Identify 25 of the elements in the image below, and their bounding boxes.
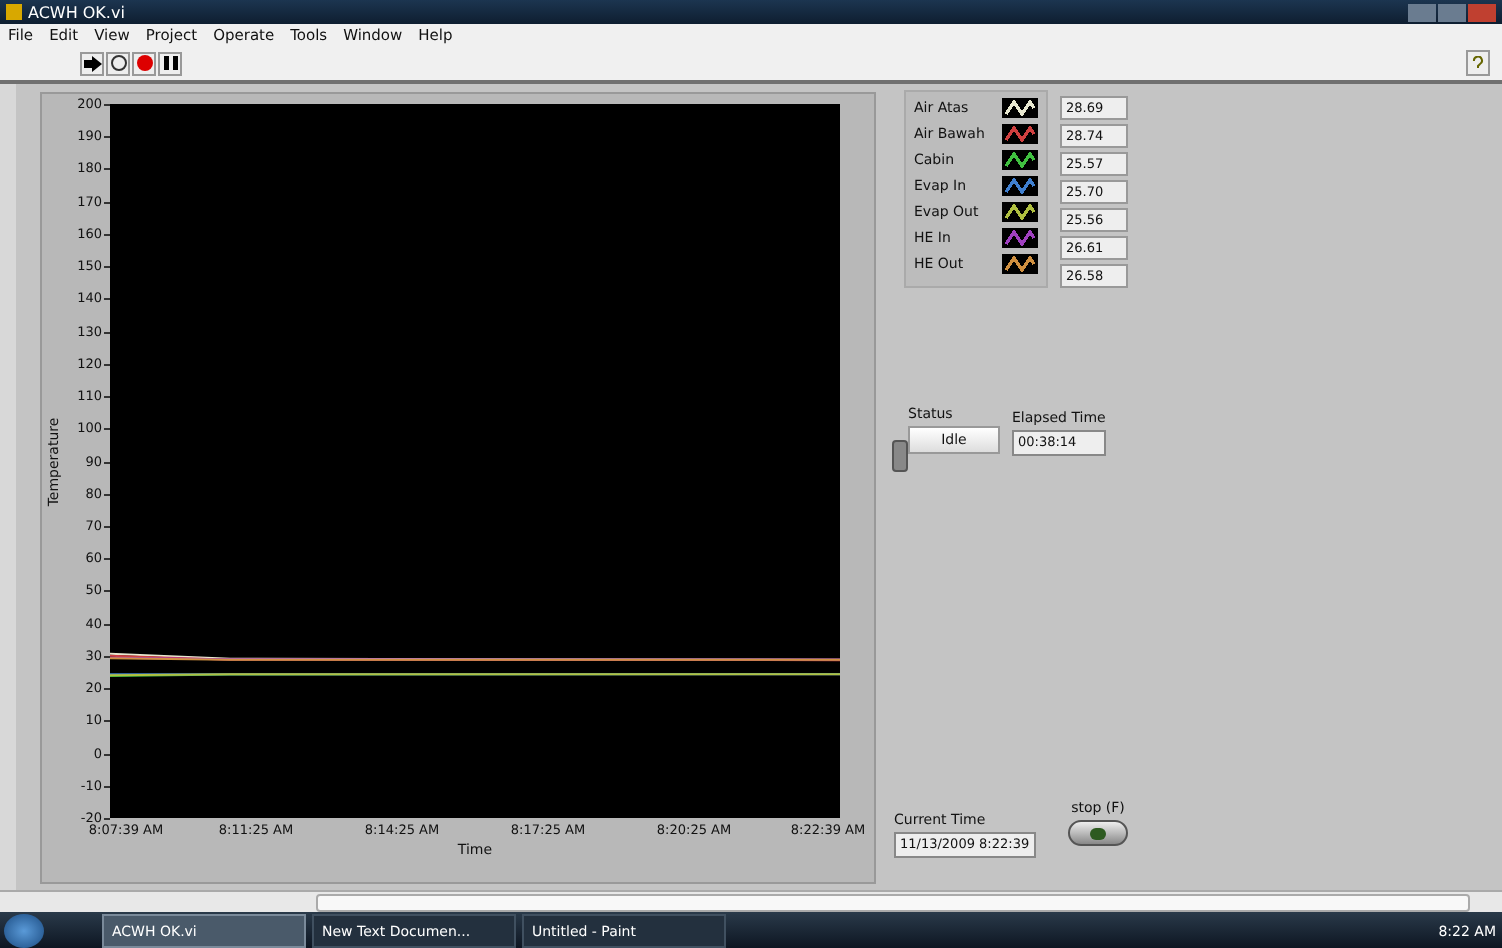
window-title: ACWH OK.vi [28,3,125,21]
run-button[interactable] [80,51,104,75]
line-sample-icon [1002,227,1038,247]
close-button[interactable] [1468,3,1496,21]
app-icon [6,4,22,20]
pause-button[interactable] [158,51,182,75]
scroll-thumb[interactable] [316,894,1470,912]
horizontal-scrollbar[interactable] [0,890,1502,912]
start-button[interactable] [4,914,44,948]
help-icon[interactable] [1466,50,1490,76]
stop-icon [135,54,153,72]
run-continuously-button[interactable] [106,51,130,75]
line-sample-icon [1002,201,1038,221]
line-sample-icon [1002,149,1038,169]
line-sample-icon [1002,253,1038,273]
toggle-switch[interactable] [892,440,908,472]
pause-icon [163,56,177,70]
minimize-button[interactable] [1408,3,1436,21]
line-sample-icon [1002,175,1038,195]
arrow-icon [83,55,101,71]
line-sample-icon [1002,97,1038,117]
line-sample-icon [1002,123,1038,143]
abort-button[interactable] [132,51,156,75]
maximize-button[interactable] [1438,3,1466,21]
stop-button[interactable] [1068,820,1128,846]
